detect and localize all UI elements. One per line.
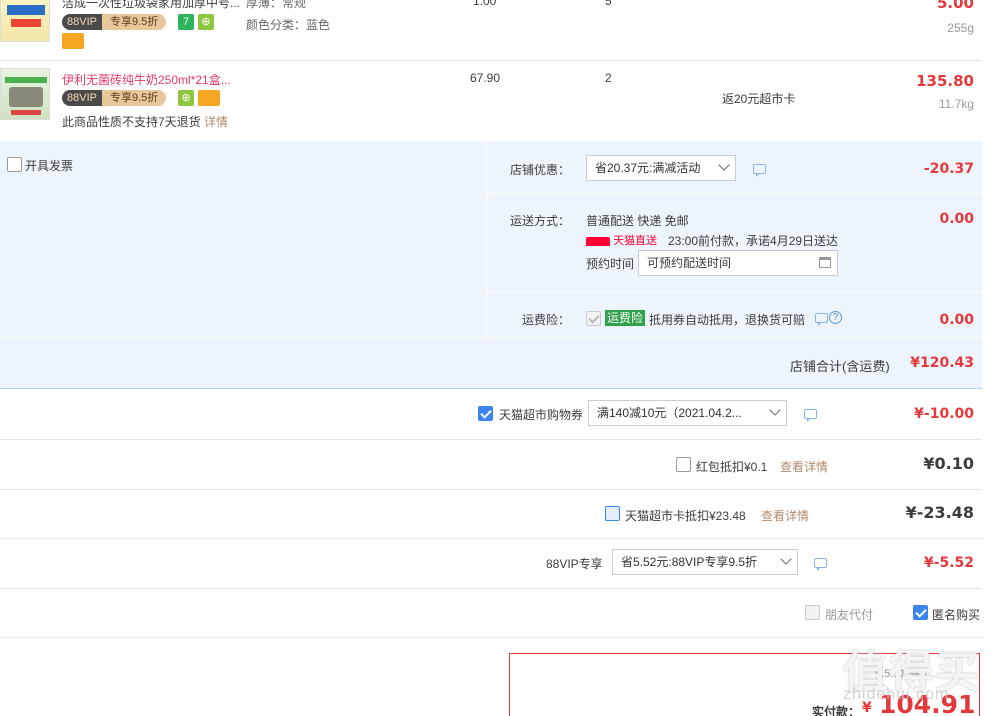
item-2-subtotal: 135.80 xyxy=(916,72,974,90)
message-icon[interactable] xyxy=(815,313,828,326)
item-2-weight: 11.7kg xyxy=(938,97,974,111)
item-2-thumbnail[interactable] xyxy=(0,68,50,120)
delivery-promise: 23:00前付款，承诺4月29日送达 xyxy=(668,234,839,248)
tmall-direct-tag: 天猫直送 xyxy=(586,232,657,248)
item-2-return-note: 此商品性质不支持7天退货 详情 xyxy=(62,113,228,130)
panel-separator xyxy=(0,337,982,338)
redpacket-amount: ¥0.10 xyxy=(923,454,974,473)
anonymous-checkbox[interactable] xyxy=(913,605,928,620)
redpacket-checkbox[interactable] xyxy=(676,457,691,472)
shop-discount-value: 省20.37元:满减活动 xyxy=(595,161,701,175)
vip-discount-select[interactable]: 省5.52元:88VIP专享9.5折 xyxy=(612,549,798,575)
item-1-unit-price: 1.00 xyxy=(473,0,497,8)
vip-discount: 专享9.5折 xyxy=(101,14,167,30)
divider xyxy=(0,538,982,539)
vip-discount-value: 省5.52元:88VIP专享9.5折 xyxy=(621,555,758,569)
item-2-vip-tag: 88VIP 专享9.5折 xyxy=(62,90,167,106)
chevron-down-icon xyxy=(769,404,781,416)
return-detail-link[interactable]: 详情 xyxy=(204,115,228,129)
coupon-amount: ¥-10.00 xyxy=(914,406,974,422)
item-1-spec-color: 颜色分类：蓝色 xyxy=(246,18,331,32)
divider xyxy=(0,60,982,61)
divider xyxy=(0,637,982,638)
divider xyxy=(0,489,982,490)
item-2-unit-price: 67.90 xyxy=(470,71,501,85)
message-icon[interactable] xyxy=(753,164,766,177)
item-1-title[interactable]: 洁成一次性垃圾袋家用加厚中号... xyxy=(62,0,240,11)
redpacket-detail-link[interactable]: 查看详情 xyxy=(780,458,828,475)
card-detail-link[interactable]: 查看详情 xyxy=(761,507,809,524)
shop-discount-label: 店铺优惠： xyxy=(510,163,571,177)
vip-label: 88VIP xyxy=(62,14,102,30)
item-2-promo: 返20元超市卡 xyxy=(722,92,796,106)
site-watermark-url: zhidehui.com xyxy=(843,686,950,703)
item-1-thumbnail[interactable] xyxy=(0,0,50,42)
coupon-value: 满140减10元（2021.04.2... xyxy=(597,406,742,420)
schedule-time-input[interactable]: 可预约配送时间 xyxy=(638,250,838,276)
coupon-label[interactable]: 天猫超市购物券 xyxy=(499,406,583,423)
invoice-label[interactable]: 开具发票 xyxy=(25,157,73,174)
service-icon: ⊕ xyxy=(198,14,214,30)
chevron-down-icon xyxy=(718,159,730,171)
friend-pay-checkbox xyxy=(805,605,820,620)
coupon-select[interactable]: 满140减10元（2021.04.2... xyxy=(588,400,787,426)
card-amount: ¥-23.48 xyxy=(905,503,974,522)
panel-separator xyxy=(486,292,982,293)
seven-day-icon: 7 xyxy=(178,14,194,30)
vip-discount: 专享9.5折 xyxy=(101,90,167,106)
panel-separator xyxy=(486,141,487,337)
divider xyxy=(0,439,982,440)
item-1-subtotal: 5.00 xyxy=(936,0,974,12)
shipping-amount: 0.00 xyxy=(939,211,974,227)
schedule-label: 预约时间 xyxy=(586,257,635,271)
item-1-spec-thickness: 厚薄：常规 xyxy=(246,0,307,10)
item-2-quantity[interactable]: 2 xyxy=(605,71,612,85)
vip-label: 88VIP xyxy=(62,90,102,106)
item-2-title[interactable]: 伊利无菌砖纯牛奶250ml*21盒... xyxy=(62,71,231,88)
return-note-text: 此商品性质不支持7天退货 xyxy=(62,115,201,129)
tmall-cat-icon xyxy=(586,236,610,246)
item-1-vip-tag: 88VIP 专享9.5折 xyxy=(62,14,167,30)
item-1-weight: 255g xyxy=(947,21,974,35)
card-checkbox[interactable] xyxy=(605,506,620,521)
chevron-down-icon xyxy=(780,553,792,565)
shipping-method: 普通配送 快递 免邮 xyxy=(586,214,689,228)
shop-discount-select[interactable]: 省20.37元:满减活动 xyxy=(586,155,736,181)
message-icon[interactable] xyxy=(814,558,827,571)
service-icon: ⊕ xyxy=(178,90,194,106)
shop-discount-amount: -20.37 xyxy=(923,161,974,177)
invoice-checkbox[interactable] xyxy=(7,157,22,172)
tmall-tag-text: 天猫直送 xyxy=(613,235,658,247)
help-icon[interactable]: ? xyxy=(829,311,842,324)
item-1-quantity[interactable]: 5 xyxy=(605,0,612,8)
vip-discount-amount: ¥-5.52 xyxy=(923,555,974,571)
anonymous-label[interactable]: 匿名购买 xyxy=(932,606,980,623)
calendar-icon xyxy=(819,257,831,268)
card-label[interactable]: 天猫超市卡抵扣¥23.48 xyxy=(625,507,746,524)
schedule-time-value: 可预约配送时间 xyxy=(647,256,732,270)
insurance-desc: 抵用券自动抵用，退换货可赔 xyxy=(649,313,806,327)
shop-total-label: 店铺合计(含运费) xyxy=(790,359,890,374)
insurance-checkbox xyxy=(586,311,601,326)
insurance-amount: 0.00 xyxy=(939,312,974,328)
shop-total-amount: ¥120.43 xyxy=(910,355,974,371)
insurance-label: 运费险： xyxy=(522,313,571,327)
card-icon xyxy=(62,33,84,49)
message-icon[interactable] xyxy=(804,409,817,422)
shipping-label: 运送方式： xyxy=(510,214,571,228)
friend-pay-label: 朋友代付 xyxy=(825,608,874,622)
vip-discount-label: 88VIP专享 xyxy=(546,557,603,571)
coupon-checkbox[interactable] xyxy=(478,406,493,421)
card-icon xyxy=(198,90,220,106)
insurance-tag: 运费险 xyxy=(605,310,646,326)
redpacket-label[interactable]: 红包抵扣¥0.1 xyxy=(696,458,767,475)
panel-separator xyxy=(486,193,982,194)
pay-label: 实付款： xyxy=(812,705,861,716)
divider xyxy=(0,588,982,589)
